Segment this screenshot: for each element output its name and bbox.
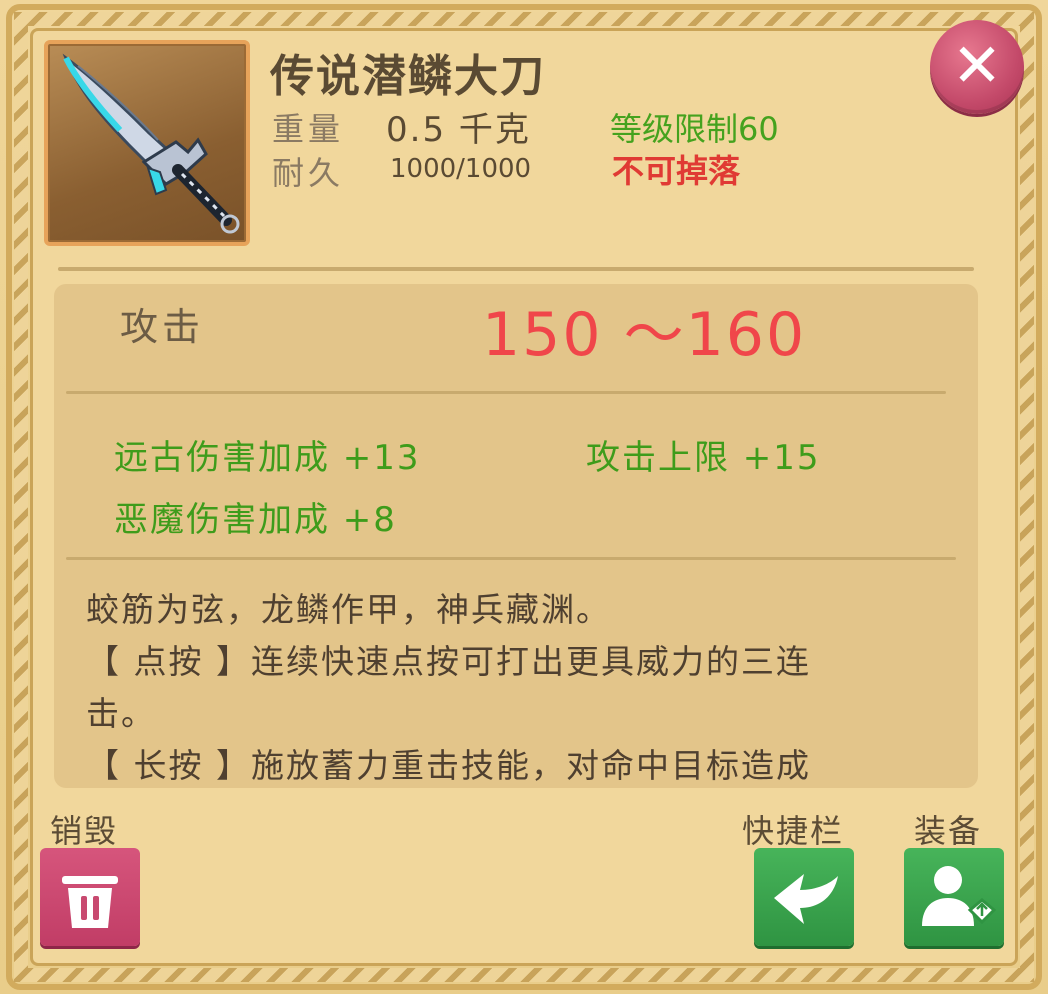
attack-label: 攻击 xyxy=(120,305,205,349)
description-divider xyxy=(66,557,956,560)
header-divider xyxy=(58,267,974,271)
durability-value: 1000/1000 xyxy=(390,154,532,184)
close-icon: ✕ xyxy=(951,31,1003,101)
drop-status: 不可掉落 xyxy=(612,152,741,190)
weight-value: 0.5 千克 xyxy=(386,110,531,150)
return-arrow-icon xyxy=(774,874,838,924)
description-line: 击。 xyxy=(86,694,156,733)
description-line: 【 点按 】连续快速点按可打出更具威力的三连 xyxy=(86,642,811,681)
destroy-button[interactable] xyxy=(40,848,140,946)
description-line: 蛟筋为弦，龙鳞作甲，神兵藏渊。 xyxy=(86,590,611,629)
item-detail-panel: 传说潜鳞大刀 重量 0.5 千克 等级限制60 耐久 1000/1000 不可掉… xyxy=(0,0,1048,994)
item-icon-frame xyxy=(44,40,250,246)
item-name: 传说潜鳞大刀 xyxy=(270,51,546,102)
stats-divider xyxy=(66,391,946,394)
shortcut-bar-button[interactable] xyxy=(754,848,854,946)
durability-label: 耐久 xyxy=(272,154,345,192)
attack-value: 150 ～160 xyxy=(482,300,807,370)
item-description[interactable]: 蛟筋为弦，龙鳞作甲，神兵藏渊。 【 点按 】连续快速点按可打出更具威力的三连 击… xyxy=(86,584,946,784)
equip-button[interactable] xyxy=(904,848,1004,946)
broadsword-icon xyxy=(62,53,240,234)
bonus-ancient-damage: 远古伤害加成 +13 xyxy=(114,438,421,478)
weight-label: 重量 xyxy=(272,110,345,148)
shortcut-label: 快捷栏 xyxy=(742,812,845,850)
destroy-label: 销毁 xyxy=(50,812,119,850)
equip-label: 装备 xyxy=(914,812,983,850)
equip-person-icon xyxy=(922,866,997,926)
bonus-attack-cap: 攻击上限 +15 xyxy=(586,438,821,478)
description-line: 【 长按 】施放蓄力重击技能，对命中目标造成 xyxy=(86,746,811,784)
trash-icon xyxy=(62,876,118,928)
bonus-demon-damage: 恶魔伤害加成 +8 xyxy=(114,500,397,540)
close-button[interactable]: ✕ xyxy=(930,20,1024,114)
level-requirement: 等级限制60 xyxy=(610,110,779,148)
